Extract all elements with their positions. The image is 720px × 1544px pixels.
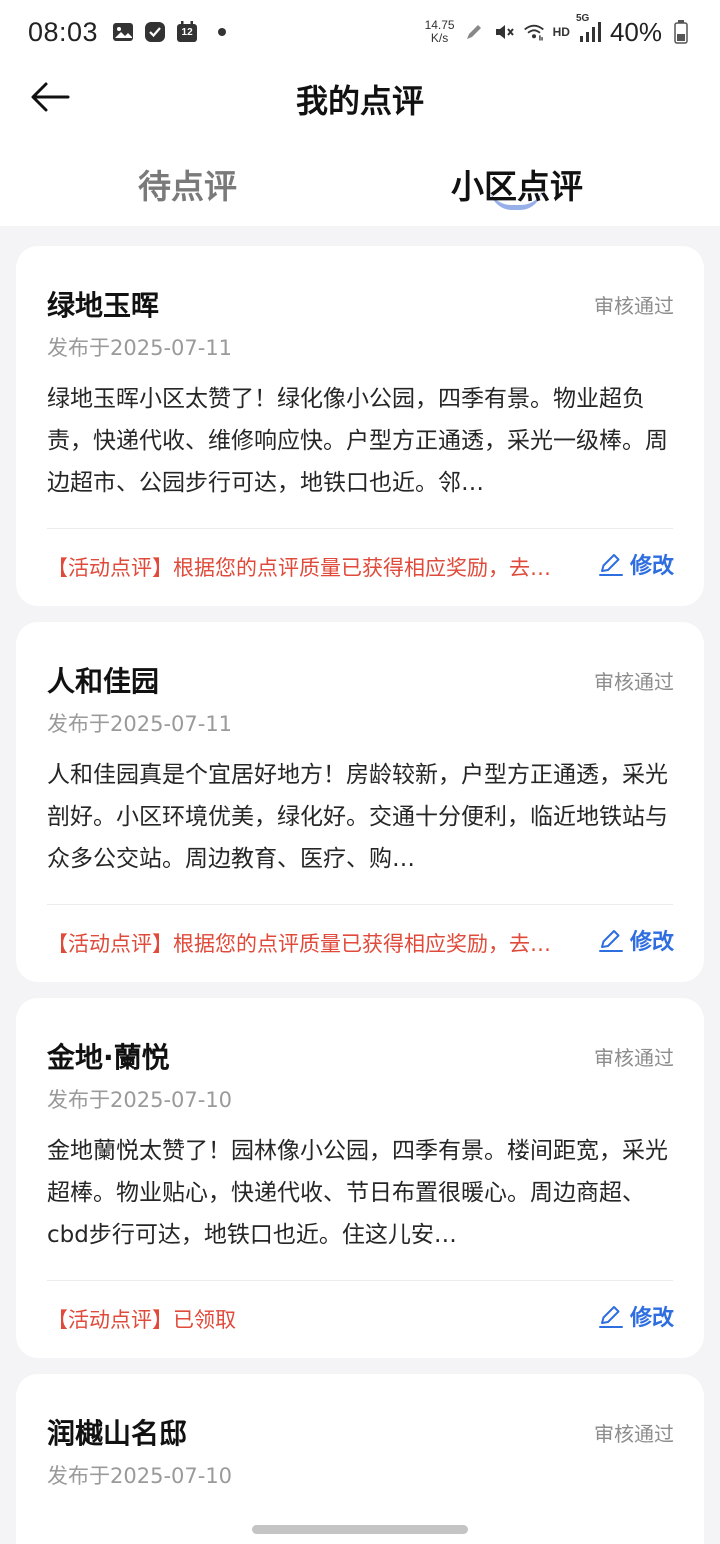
gallery-icon [112, 21, 134, 43]
edit-label: 修改 [629, 554, 674, 579]
net-speed: 14.75 K/s [425, 19, 455, 45]
community-name: 金地·蘭悦 [47, 1041, 170, 1074]
status-bar: 08:03 12 14.75 K/s HD 5G 40% [0, 0, 720, 64]
mute-icon [493, 21, 515, 43]
review-text: 人和佳园真是个宜居好地方！房龄较新，户型方正通透，采光剖好。小区环境优美，绿化好… [47, 762, 668, 872]
review-card[interactable]: 人和佳园 审核通过 发布于2025-07-11 人和佳园真是个宜居好地方！房龄较… [16, 622, 704, 982]
review-status: 审核通过 [594, 1046, 674, 1070]
community-name: 润樾山名邸 [47, 1417, 188, 1450]
tab-pending-review[interactable]: 待点评 [138, 160, 237, 208]
review-text: 金地蘭悦太赞了！园林像小公园，四季有景。楼间距宽，采光超棒。物业贴心，快递代收、… [47, 1138, 668, 1248]
pen-icon [463, 21, 485, 43]
status-notification-icons: 12 [112, 21, 227, 43]
check-app-icon [144, 21, 166, 43]
signal-group: 5G [576, 13, 602, 43]
edit-label: 修改 [629, 930, 674, 955]
status-system-icons: 14.75 K/s HD 5G 40% [425, 13, 692, 48]
network-label: 5G [575, 13, 590, 24]
signal-icon [579, 22, 601, 42]
hd-label: HD [552, 25, 570, 39]
review-status: 审核通过 [594, 1422, 674, 1446]
tab-community-review[interactable]: 小区点评 [451, 160, 583, 208]
edit-icon [598, 1306, 623, 1328]
review-card[interactable]: 金地·蘭悦 审核通过 发布于2025-07-10 金地蘭悦太赞了！园林像小公园，… [16, 998, 704, 1358]
review-status: 审核通过 [594, 294, 674, 318]
edit-button[interactable]: 修改 [598, 1300, 674, 1332]
status-time: 08:03 [28, 16, 99, 47]
wifi-icon [523, 21, 545, 43]
edit-label: 修改 [629, 1306, 674, 1331]
edit-icon [598, 930, 623, 952]
page-title: 我的点评 [295, 82, 424, 120]
activity-reward-link[interactable]: 【活动点评】根据您的点评质量已获得相应奖励，去… [47, 552, 571, 582]
edit-icon [598, 554, 623, 576]
battery-icon [670, 20, 692, 44]
activity-reward-status: 【活动点评】已领取 [47, 1308, 236, 1332]
net-speed-unit: K/s [430, 31, 449, 45]
edit-button[interactable]: 修改 [598, 548, 674, 580]
tab-bar: 待点评 小区点评 [0, 150, 720, 220]
community-name: 绿地玉晖 [47, 289, 160, 322]
header-area: 08:03 12 14.75 K/s HD 5G 40% 我的点评 待点评 小区… [0, 0, 720, 226]
publish-date: 发布于2025-07-11 [47, 712, 233, 736]
review-card[interactable]: 润樾山名邸 审核通过 发布于2025-07-10 [16, 1374, 704, 1544]
battery-percent: 40% [609, 16, 662, 47]
publish-date: 发布于2025-07-10 [47, 1088, 233, 1112]
publish-date: 发布于2025-07-11 [47, 336, 233, 360]
community-name: 人和佳园 [47, 665, 160, 698]
publish-date: 发布于2025-07-10 [47, 1464, 233, 1488]
review-status: 审核通过 [594, 670, 674, 694]
divider [47, 528, 673, 529]
calendar-badge: 12 [181, 27, 193, 38]
home-indicator[interactable] [252, 1525, 468, 1534]
nav-bar: 我的点评 [0, 64, 720, 130]
divider [47, 1280, 673, 1281]
edit-button[interactable]: 修改 [598, 924, 674, 956]
review-card[interactable]: 绿地玉晖 审核通过 发布于2025-07-11 绿地玉晖小区太赞了！绿化像小公园… [16, 246, 704, 606]
divider [47, 904, 673, 905]
activity-reward-link[interactable]: 【活动点评】根据您的点评质量已获得相应奖励，去… [47, 928, 571, 958]
review-text: 绿地玉晖小区太赞了！绿化像小公园，四季有景。物业超负责，快递代收、维修响应快。户… [47, 386, 668, 496]
calendar-icon: 12 [176, 21, 198, 43]
dot-icon [218, 28, 227, 36]
